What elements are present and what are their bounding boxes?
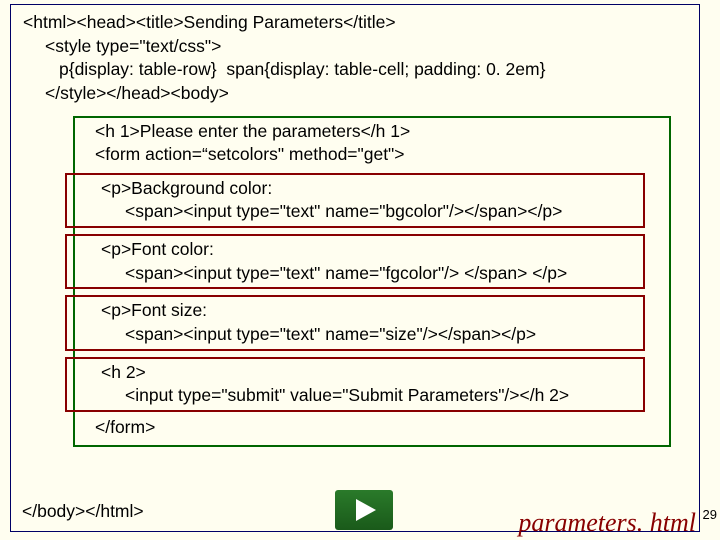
code-line: <html><head><title>Sending Parameters</t… (23, 11, 687, 35)
code-line: </style></head><body> (23, 82, 687, 106)
page-number: 29 (703, 507, 717, 522)
code-line: <span><input type="text" name="size"/></… (71, 323, 639, 347)
input-highlight-box: <p>Font color: <span><input type="text" … (65, 234, 645, 289)
form-highlight-box: <h 1>Please enter the parameters</h 1> <… (73, 116, 671, 448)
code-line: <input type="submit" value="Submit Param… (71, 384, 639, 408)
submit-highlight-box: <h 2> <input type="submit" value="Submit… (65, 357, 645, 412)
code-line: </body></html> (22, 500, 144, 524)
code-line: p{display: table-row} span{display: tabl… (23, 58, 687, 82)
play-triangle (356, 499, 376, 521)
input-highlight-box: <p>Font size: <span><input type="text" n… (65, 295, 645, 350)
code-line: <style type="text/css"> (23, 35, 687, 59)
code-line: <form action=“setcolors" method="get"> (81, 143, 663, 167)
code-line: <p>Background color: (71, 177, 639, 201)
filename-label: parameters. html (518, 508, 696, 538)
code-line: <h 2> (71, 361, 639, 385)
code-line: <span><input type="text" name="fgcolor"/… (71, 262, 639, 286)
play-icon[interactable] (335, 490, 393, 530)
code-line: <p>Font color: (71, 238, 639, 262)
code-line: <p>Font size: (71, 299, 639, 323)
input-highlight-box: <p>Background color: <span><input type="… (65, 173, 645, 228)
code-line: </form> (81, 416, 663, 440)
code-line: <h 1>Please enter the parameters</h 1> (81, 120, 663, 144)
slide-frame: <html><head><title>Sending Parameters</t… (10, 4, 700, 532)
code-line: <span><input type="text" name="bgcolor"/… (71, 200, 639, 224)
